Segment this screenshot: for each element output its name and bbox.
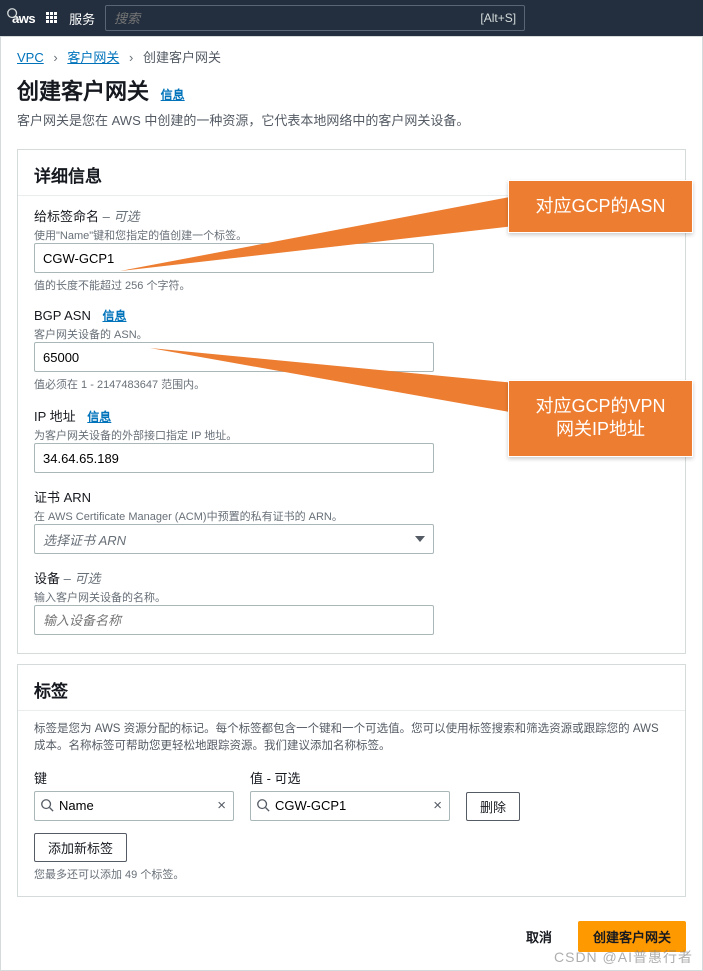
search-box[interactable]: [Alt+S] xyxy=(105,5,525,31)
tag-key-input[interactable] xyxy=(34,791,234,821)
search-icon xyxy=(6,7,20,21)
remove-tag-button[interactable]: 删除 xyxy=(466,792,520,821)
cert-desc: 在 AWS Certificate Manager (ACM)中预置的私有证书的… xyxy=(34,508,669,524)
services-grid-icon[interactable] xyxy=(45,11,59,25)
device-label: 设备 xyxy=(34,571,60,586)
search-input[interactable] xyxy=(114,11,474,26)
cert-placeholder: 选择证书 ARN xyxy=(43,530,126,549)
breadcrumb-vpc[interactable]: VPC xyxy=(17,50,44,65)
name-tag-label: 给标签命名 xyxy=(34,209,99,224)
search-shortcut: [Alt+S] xyxy=(480,11,516,25)
arrow-asn xyxy=(120,196,520,276)
chevron-right-icon: › xyxy=(53,50,57,65)
breadcrumb: VPC › 客户网关 › 创建客户网关 xyxy=(1,37,702,70)
tag-row: 键 × 值 - 可选 × 删除 xyxy=(34,768,669,821)
tags-panel-title: 标签 xyxy=(18,665,685,711)
callout-vpn: 对应GCP的VPN网关IP地址 xyxy=(508,380,693,457)
top-nav: aws 服务 [Alt+S] xyxy=(0,0,703,36)
ip-address-input[interactable] xyxy=(34,443,434,473)
bgp-label: BGP ASN xyxy=(34,308,91,323)
arrow-vpn xyxy=(150,348,520,428)
page-title: 创建客户网关 xyxy=(17,74,149,106)
tags-help: 您最多还可以添加 49 个标签。 xyxy=(34,866,669,882)
search-icon xyxy=(40,798,54,812)
bgp-desc: 客户网关设备的 ASN。 xyxy=(34,326,669,342)
tags-panel: 标签 标签是您为 AWS 资源分配的标记。每个标签都包含一个键和一个可选值。您可… xyxy=(17,664,686,897)
tags-description: 标签是您为 AWS 资源分配的标记。每个标签都包含一个键和一个可选值。您可以使用… xyxy=(34,721,669,756)
page-description: 客户网关是您在 AWS 中创建的一种资源，它代表本地网络中的客户网关设备。 xyxy=(17,110,686,129)
callout-asn: 对应GCP的ASN xyxy=(508,180,693,233)
ip-info-link[interactable]: 信息 xyxy=(87,410,111,424)
search-icon xyxy=(256,798,270,812)
clear-icon[interactable]: × xyxy=(217,797,226,814)
watermark: CSDN @AI普惠行者 xyxy=(554,947,693,967)
bgp-info-link[interactable]: 信息 xyxy=(102,309,126,323)
chevron-right-icon: › xyxy=(129,50,133,65)
info-link[interactable]: 信息 xyxy=(161,88,185,102)
breadcrumb-cgw[interactable]: 客户网关 xyxy=(67,50,119,65)
device-desc: 输入客户网关设备的名称。 xyxy=(34,589,669,605)
cert-label: 证书 ARN xyxy=(34,487,669,506)
ip-label: IP 地址 xyxy=(34,409,76,424)
tag-key-label: 键 xyxy=(34,768,234,787)
caret-down-icon xyxy=(415,536,425,542)
device-input[interactable] xyxy=(34,605,434,635)
cert-arn-select[interactable]: 选择证书 ARN xyxy=(34,524,434,554)
services-label[interactable]: 服务 xyxy=(69,9,95,28)
clear-icon[interactable]: × xyxy=(433,797,442,814)
add-tag-button[interactable]: 添加新标签 xyxy=(34,833,127,862)
field-cert-arn: 证书 ARN 在 AWS Certificate Manager (ACM)中预… xyxy=(34,487,669,554)
main-container: VPC › 客户网关 › 创建客户网关 创建客户网关 信息 客户网关是您在 AW… xyxy=(0,36,703,971)
name-tag-help: 值的长度不能超过 256 个字符。 xyxy=(34,277,669,293)
page-header: 创建客户网关 信息 客户网关是您在 AWS 中创建的一种资源，它代表本地网络中的… xyxy=(1,70,702,139)
device-optional: – 可选 xyxy=(60,571,100,586)
breadcrumb-current: 创建客户网关 xyxy=(143,50,221,65)
tag-value-input[interactable] xyxy=(250,791,450,821)
field-device: 设备 – 可选 输入客户网关设备的名称。 xyxy=(34,568,669,635)
tag-value-label: 值 - 可选 xyxy=(250,768,450,787)
